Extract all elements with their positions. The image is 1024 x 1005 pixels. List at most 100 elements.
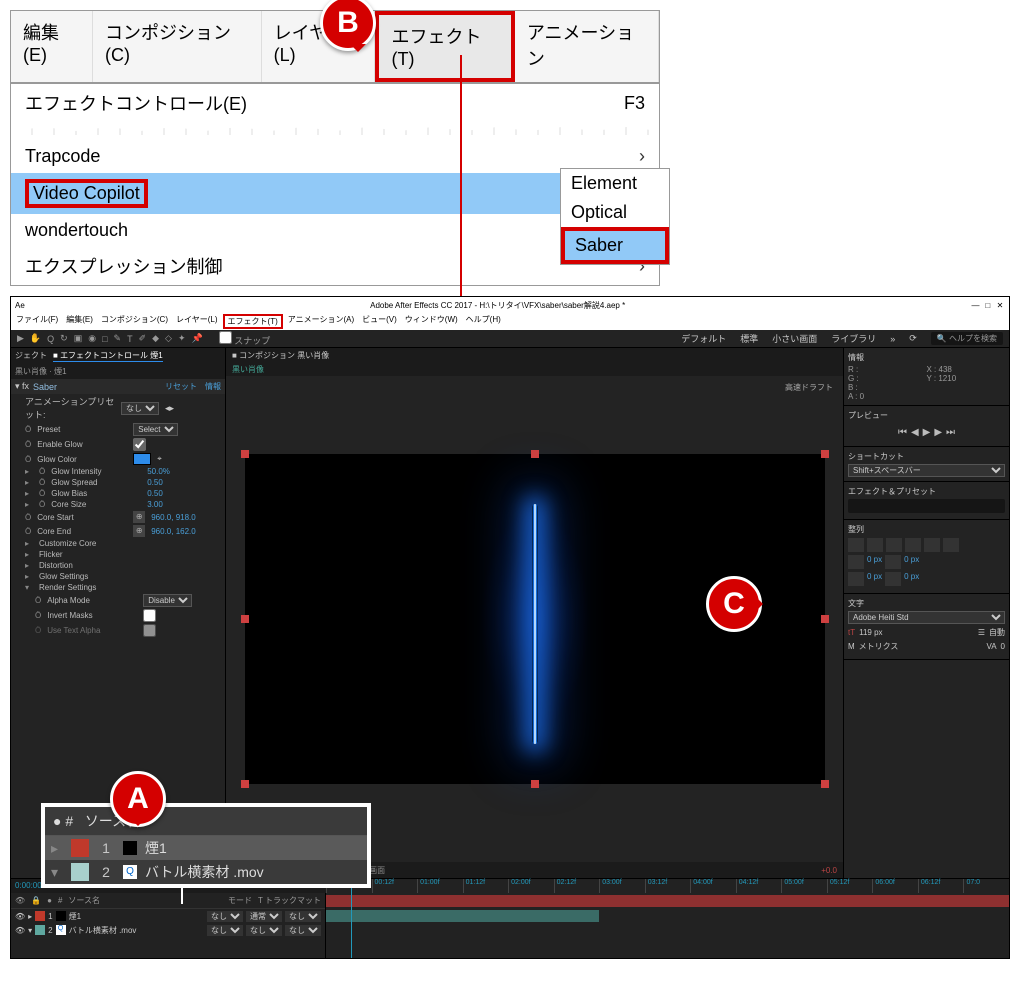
submenu-element[interactable]: Element xyxy=(561,169,669,198)
selection-handle[interactable] xyxy=(821,615,829,623)
enable-glow-checkbox[interactable] xyxy=(133,438,146,451)
inset-row-1[interactable]: ▸ 1 煙1 xyxy=(45,836,367,860)
mode-select[interactable]: なし xyxy=(207,925,243,936)
core-start-value[interactable]: 960.0, 918.0 xyxy=(151,513,195,522)
comp-tab[interactable]: ■ コンポジション 黒い肖像 xyxy=(232,351,329,360)
play-icon[interactable]: ▶ xyxy=(923,427,931,438)
fx-reset-link[interactable]: リセット xyxy=(165,381,197,392)
saber-effect[interactable] xyxy=(532,504,538,744)
menu-item-effect-controls[interactable]: エフェクトコントロール(E) F3 xyxy=(11,84,659,122)
align-bottom-icon[interactable] xyxy=(943,538,959,552)
timeline-track-area[interactable] xyxy=(326,893,1009,958)
distortion-group[interactable]: Distortion xyxy=(39,561,129,570)
snap-checkbox[interactable] xyxy=(219,331,232,344)
eye-column-icon[interactable]: 👁 xyxy=(15,896,25,905)
effect-controls-tab[interactable]: ■ エフェクトコントロール 煙1 xyxy=(53,350,163,362)
ep-search-input[interactable] xyxy=(848,499,1005,513)
eyedropper-icon[interactable]: ⌖ xyxy=(157,454,162,464)
layer-clip[interactable] xyxy=(326,910,599,922)
submenu-optical[interactable]: Optical xyxy=(561,198,669,227)
menu-edit[interactable]: 編集(E) xyxy=(11,11,93,82)
workspace-more-icon[interactable]: » xyxy=(890,334,895,344)
selection-handle[interactable] xyxy=(821,450,829,458)
minimize-button[interactable]: — xyxy=(971,301,981,310)
comp-crumb[interactable]: 黒い肖像 xyxy=(226,363,843,376)
trackmatte-select[interactable]: 通常 xyxy=(246,911,282,922)
core-size-value[interactable]: 3.00 xyxy=(147,500,163,509)
zoom-tool-icon[interactable]: Q xyxy=(47,334,54,344)
workspace-default[interactable]: デフォルト xyxy=(681,332,726,345)
selection-handle[interactable] xyxy=(531,450,539,458)
menu-edit-sm[interactable]: 編集(E) xyxy=(63,314,96,329)
workspace-standard[interactable]: 標準 xyxy=(740,332,758,345)
fx-header[interactable]: ▾ fx Saber リセット 情報 xyxy=(11,379,225,394)
dist-px[interactable]: 0 px xyxy=(904,572,919,586)
selection-handle[interactable] xyxy=(821,780,829,788)
dist-px[interactable]: 0 px xyxy=(867,555,882,569)
flicker-group[interactable]: Flicker xyxy=(39,550,129,559)
shortcut-select[interactable]: Shift+スペースバー xyxy=(848,464,1005,477)
trackmatte-select[interactable]: なし xyxy=(246,925,282,936)
timeline-layer-row[interactable]: 👁▾ 2 Q バトル横素材 .mov なし なし なし xyxy=(11,923,325,937)
menu-effect-sm[interactable]: エフェクト(T) xyxy=(223,314,283,329)
preset-nav-icon[interactable]: ◂▸ xyxy=(165,403,174,414)
lock-column-icon[interactable]: 🔒 xyxy=(31,896,41,905)
glow-intensity-value[interactable]: 50.0% xyxy=(147,467,170,476)
selection-handle[interactable] xyxy=(531,780,539,788)
preset-select[interactable]: Select xyxy=(133,423,178,436)
layer-name[interactable]: 煙1 xyxy=(69,911,204,922)
menu-effect[interactable]: エフェクト(T) xyxy=(375,11,514,82)
menu-layer-sm[interactable]: レイヤー(L) xyxy=(173,314,221,329)
glow-color-swatch[interactable] xyxy=(133,453,151,465)
text-tool-icon[interactable]: T xyxy=(127,334,133,344)
last-frame-icon[interactable]: ⏭ xyxy=(946,427,955,438)
menu-animation[interactable]: アニメーション xyxy=(515,11,659,82)
glow-settings-group[interactable]: Glow Settings xyxy=(39,572,129,581)
align-vcenter-icon[interactable] xyxy=(924,538,940,552)
dist-h2-icon[interactable] xyxy=(848,572,864,586)
font-select[interactable]: Adobe Heiti Std xyxy=(848,611,1005,624)
layer-name[interactable]: バトル横素材 .mov xyxy=(69,925,204,936)
workspace-small[interactable]: 小さい画面 xyxy=(772,332,817,345)
workspace-library[interactable]: ライブラリ xyxy=(831,332,876,345)
dist-px[interactable]: 0 px xyxy=(867,572,882,586)
menu-comp-sm[interactable]: コンポジション(C) xyxy=(98,314,171,329)
project-tab[interactable]: ジェクト xyxy=(15,350,47,362)
dist-px[interactable]: 0 px xyxy=(904,555,919,569)
dist-v2-icon[interactable] xyxy=(885,572,901,586)
help-search-input[interactable]: 🔍 ヘルプを検索 xyxy=(931,332,1003,345)
stamp-tool-icon[interactable]: ◆ xyxy=(152,333,159,344)
selection-tool-icon[interactable]: ▶ xyxy=(17,333,24,344)
comp-viewer[interactable]: 高速ドラフト C xyxy=(226,376,843,862)
align-hcenter-icon[interactable] xyxy=(867,538,883,552)
camera-tool-icon[interactable]: ▣ xyxy=(74,333,83,344)
hand-tool-icon[interactable]: ✋ xyxy=(30,333,41,344)
menu-composition[interactable]: コンポジション(C) xyxy=(93,11,262,82)
rotate-tool-icon[interactable]: ↻ xyxy=(60,333,68,344)
parent-select[interactable]: なし xyxy=(285,911,321,922)
prev-frame-icon[interactable]: ◀ xyxy=(911,427,919,438)
fx-toggle-icon[interactable]: ▾ fx xyxy=(15,381,29,392)
layer-color-swatch[interactable] xyxy=(35,925,45,935)
font-size-value[interactable]: 119 px xyxy=(859,628,882,637)
layer-color-swatch[interactable] xyxy=(35,911,45,921)
tracking-value[interactable]: 0 xyxy=(1001,642,1005,651)
crosshair-icon[interactable]: ⊕ xyxy=(133,525,145,537)
timecode-display[interactable]: +0.0 xyxy=(821,866,837,875)
source-name-header[interactable]: ソース名 xyxy=(68,895,100,906)
eraser-tool-icon[interactable]: ◇ xyxy=(165,333,172,344)
mode-select[interactable]: なし xyxy=(207,911,243,922)
playhead[interactable] xyxy=(351,879,352,958)
submenu-saber[interactable]: Saber xyxy=(561,227,669,264)
fx-about-link[interactable]: 情報 xyxy=(205,381,221,392)
menu-window-sm[interactable]: ウィンドウ(W) xyxy=(402,314,461,329)
use-text-alpha-checkbox[interactable] xyxy=(143,624,156,637)
pan-behind-tool-icon[interactable]: ◉ xyxy=(88,333,96,344)
menu-view-sm[interactable]: ビュー(V) xyxy=(359,314,400,329)
trackmatte-header[interactable]: T トラックマット xyxy=(258,895,321,906)
align-left-icon[interactable] xyxy=(848,538,864,552)
selection-handle[interactable] xyxy=(241,450,249,458)
timeline-layer-row[interactable]: 👁▸ 1 煙1 なし 通常 なし xyxy=(11,909,325,923)
pen-tool-icon[interactable]: ✎ xyxy=(114,333,122,344)
align-top-icon[interactable] xyxy=(905,538,921,552)
